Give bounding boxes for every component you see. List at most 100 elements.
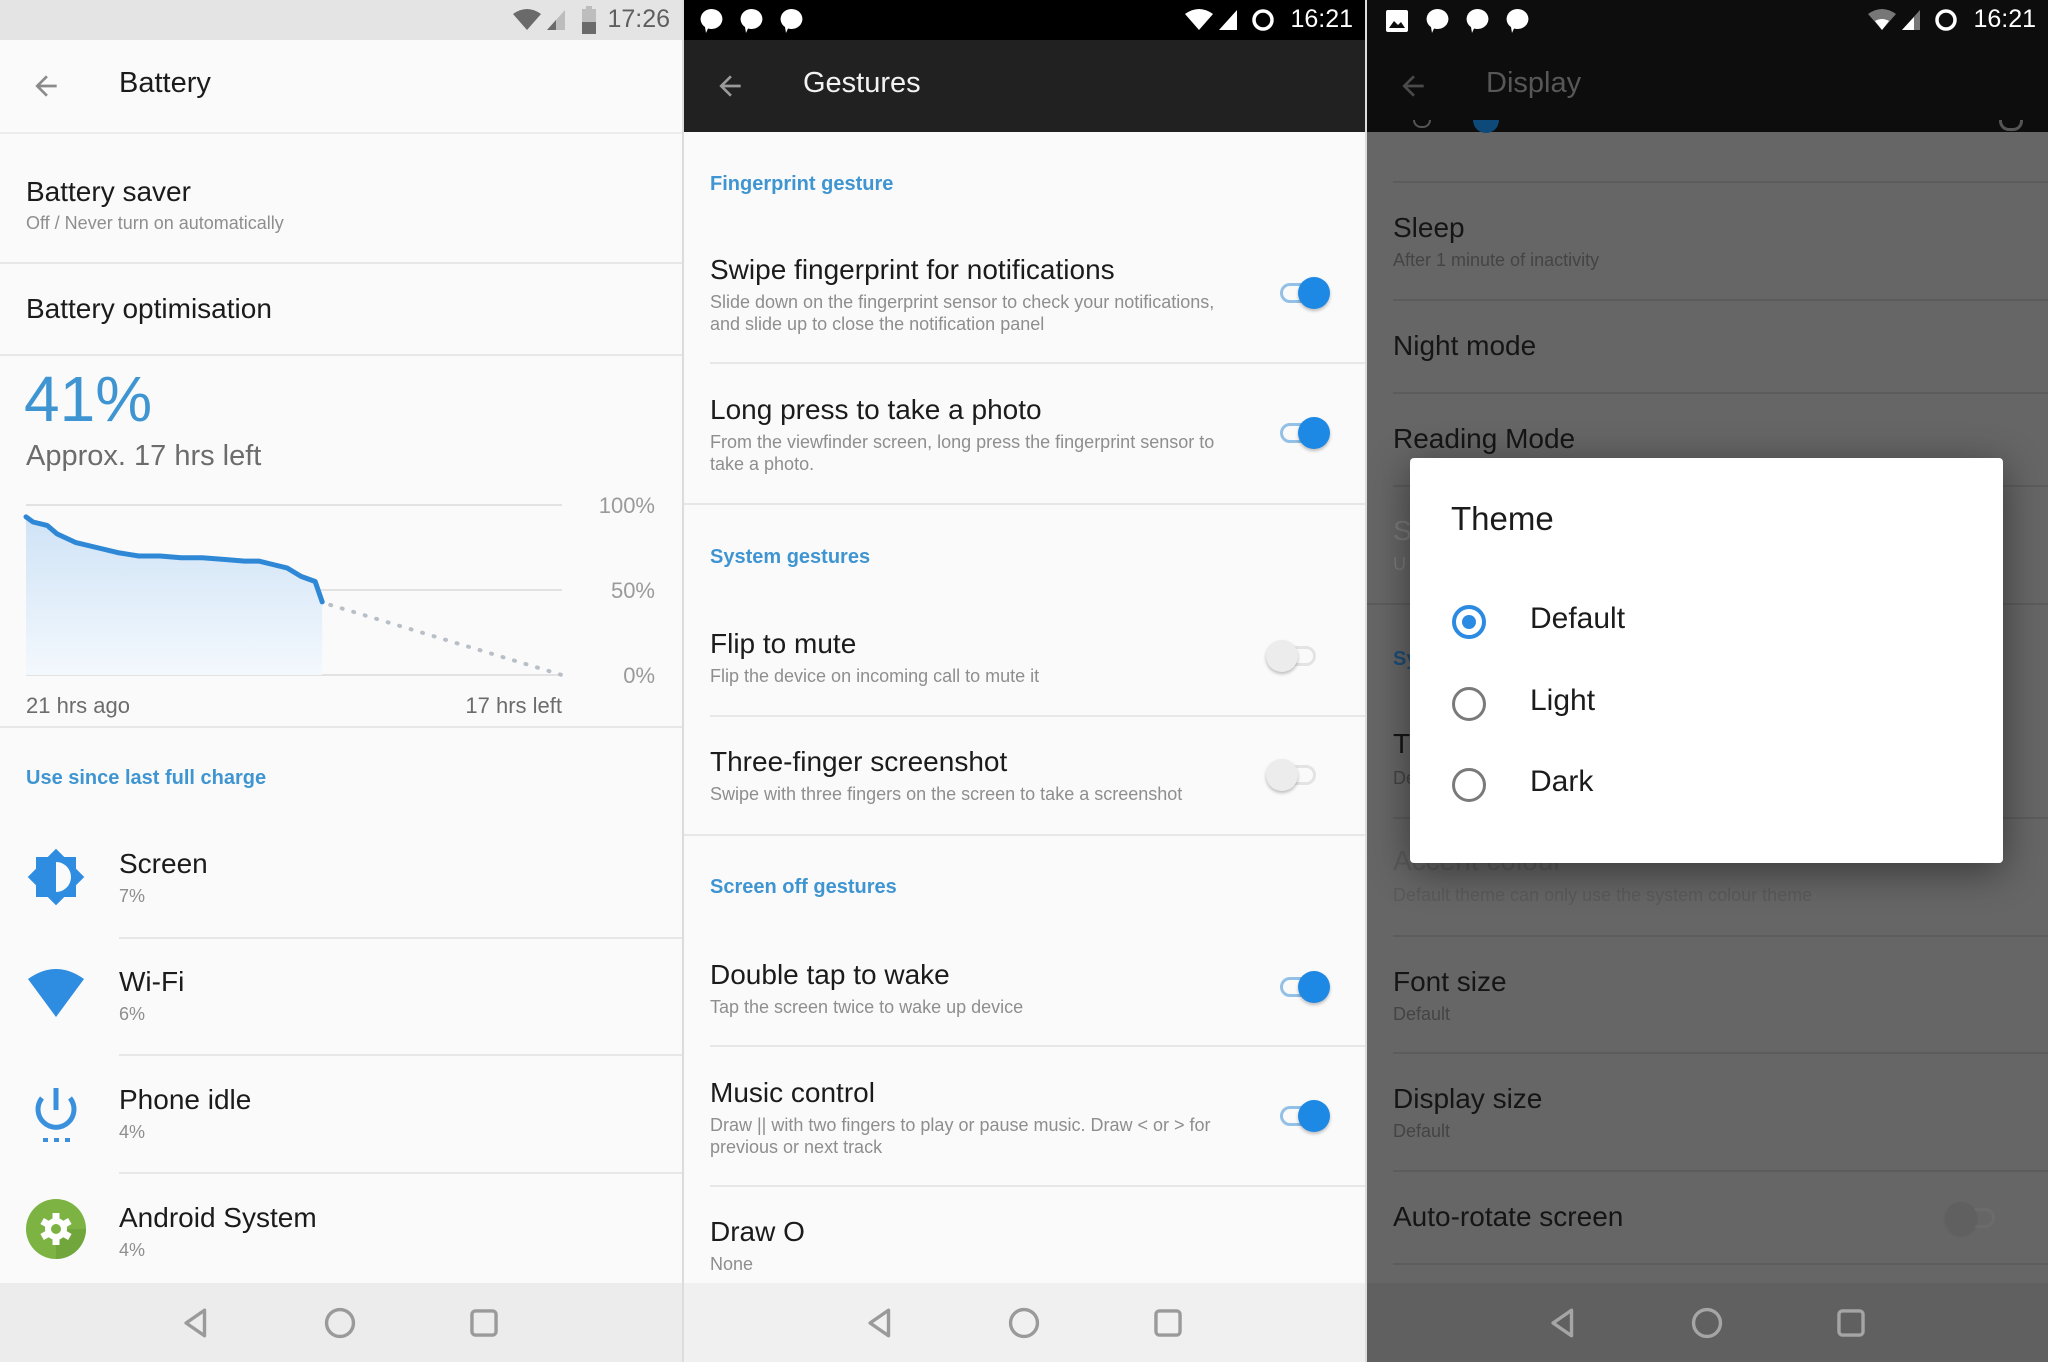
divider: [684, 503, 1365, 505]
battery-saver-title: Battery saver: [26, 176, 191, 207]
setting-title: Display size: [1393, 1083, 1543, 1114]
chart-x-label-start: 21 hrs ago: [26, 693, 130, 718]
radio-button-selected[interactable]: [1452, 605, 1486, 639]
status-bar: 16:21: [684, 0, 1365, 40]
page-title: Battery: [119, 67, 211, 99]
wifi-icon: [1868, 9, 1896, 30]
setting-title: T: [1393, 728, 1411, 759]
toggle-switch[interactable]: [1276, 1096, 1332, 1136]
recents-nav-icon[interactable]: [1834, 1306, 1868, 1340]
android-system-gear-icon: [26, 1199, 86, 1259]
arrow-back-icon[interactable]: [1397, 70, 1429, 102]
wifi-icon: [513, 9, 541, 30]
usage-percent: 7%: [119, 886, 146, 906]
theme-dialog: Theme Default Light Dark: [1410, 458, 2003, 863]
setting-title: Reading Mode: [1393, 423, 1576, 454]
radio-label: Dark: [1530, 765, 1594, 798]
setting-title: Long press to take a photo: [710, 394, 1042, 425]
toggle-switch[interactable]: [1266, 636, 1322, 676]
divider: [710, 1045, 1365, 1047]
radio-button[interactable]: [1452, 687, 1486, 721]
wifi-icon: [28, 969, 84, 1017]
toggle-switch[interactable]: [1276, 413, 1332, 453]
battery-optimisation-title: Battery optimisation: [26, 293, 272, 324]
chat-bubble-icon: [1506, 8, 1529, 34]
divider: [0, 726, 682, 728]
back-nav-icon[interactable]: [863, 1306, 897, 1340]
theme-option-dark[interactable]: Dark: [1410, 751, 2003, 821]
status-bar: 17:26: [0, 0, 682, 40]
chat-bubble-icon: [740, 8, 763, 34]
setting-subtitle: From the viewfinder screen, long press t…: [710, 432, 1215, 452]
home-nav-icon[interactable]: [323, 1306, 357, 1340]
chart-y-tick-label: 50%: [611, 578, 655, 603]
setting-title: Night mode: [1393, 330, 1537, 361]
chat-bubble-icon: [700, 8, 723, 34]
cell-signal-icon: [1902, 10, 1920, 30]
recents-nav-icon[interactable]: [1151, 1306, 1185, 1340]
divider: [1393, 299, 2048, 301]
usage-name: Phone idle: [119, 1084, 252, 1115]
section-header-system: System gestures: [710, 546, 871, 568]
radio-label: Default: [1530, 602, 1626, 635]
battery-percent: 41%: [24, 363, 153, 435]
usage-name: Android System: [119, 1202, 317, 1233]
toggle-switch[interactable]: [1276, 273, 1332, 313]
chat-bubble-icon: [780, 8, 803, 34]
home-nav-icon[interactable]: [1690, 1306, 1724, 1340]
setting-title: Font size: [1393, 966, 1507, 997]
slider-thumb[interactable]: [1473, 120, 1499, 133]
setting-subtitle: take a photo.: [710, 454, 815, 474]
divider: [119, 937, 682, 939]
setting-title: Draw O: [710, 1216, 805, 1247]
arrow-back-icon[interactable]: [30, 70, 62, 102]
divider: [1393, 935, 2048, 937]
nav-bar: [684, 1283, 1365, 1362]
divider: [1393, 1052, 2048, 1054]
setting-title: Swipe fingerprint for notifications: [710, 254, 1115, 285]
back-nav-icon[interactable]: [1546, 1306, 1580, 1340]
sync-icon: [1252, 9, 1274, 31]
theme-option-light[interactable]: Light: [1410, 670, 2003, 740]
toggle-switch[interactable]: [1276, 967, 1332, 1007]
toggle-switch[interactable]: [1945, 1198, 2001, 1238]
divider: [710, 362, 1365, 364]
home-nav-icon[interactable]: [1007, 1306, 1041, 1340]
setting-title: Three-finger screenshot: [710, 746, 1008, 777]
status-bar: 16:21: [1367, 0, 2048, 40]
theme-option-default[interactable]: Default: [1410, 588, 2003, 658]
page-title: Gestures: [803, 67, 921, 99]
setting-subtitle: and slide up to close the notification p…: [710, 314, 1045, 334]
section-header-fingerprint: Fingerprint gesture: [710, 173, 894, 195]
image-icon: [1386, 10, 1408, 32]
divider: [1393, 181, 2048, 183]
nav-bar: [0, 1283, 682, 1362]
divider: [1393, 1263, 2048, 1265]
battery-estimate: Approx. 17 hrs left: [26, 440, 262, 472]
status-time: 16:21: [1973, 5, 2036, 33]
divider: [1393, 1170, 2048, 1172]
chart-x-label-end: 17 hrs left: [465, 693, 562, 718]
radio-label: Light: [1530, 684, 1596, 717]
brightness-slider[interactable]: [1393, 120, 2023, 142]
divider: [119, 1172, 682, 1174]
usage-percent: 4%: [119, 1240, 146, 1260]
usage-name: Wi-Fi: [119, 966, 185, 997]
chat-bubble-icon: [1426, 8, 1449, 34]
chart-projection-line: [328, 602, 564, 677]
toggle-switch[interactable]: [1266, 755, 1322, 795]
setting-title: Flip to mute: [710, 628, 857, 659]
toolbar: Battery: [0, 40, 682, 134]
back-nav-icon[interactable]: [179, 1306, 213, 1340]
radio-button[interactable]: [1452, 768, 1486, 802]
brightness-high-icon: [1999, 120, 2023, 131]
arrow-back-icon[interactable]: [714, 70, 746, 102]
setting-subtitle: Default: [1393, 1121, 1451, 1141]
setting-subtitle: Tap the screen twice to wake up device: [710, 997, 1024, 1017]
recents-nav-icon[interactable]: [467, 1306, 501, 1340]
sync-icon: [1935, 9, 1957, 31]
cell-signal-icon: [547, 10, 565, 30]
setting-title: Double tap to wake: [710, 959, 950, 990]
page-title: Display: [1486, 67, 1582, 99]
setting-subtitle: After 1 minute of inactivity: [1393, 250, 1600, 270]
